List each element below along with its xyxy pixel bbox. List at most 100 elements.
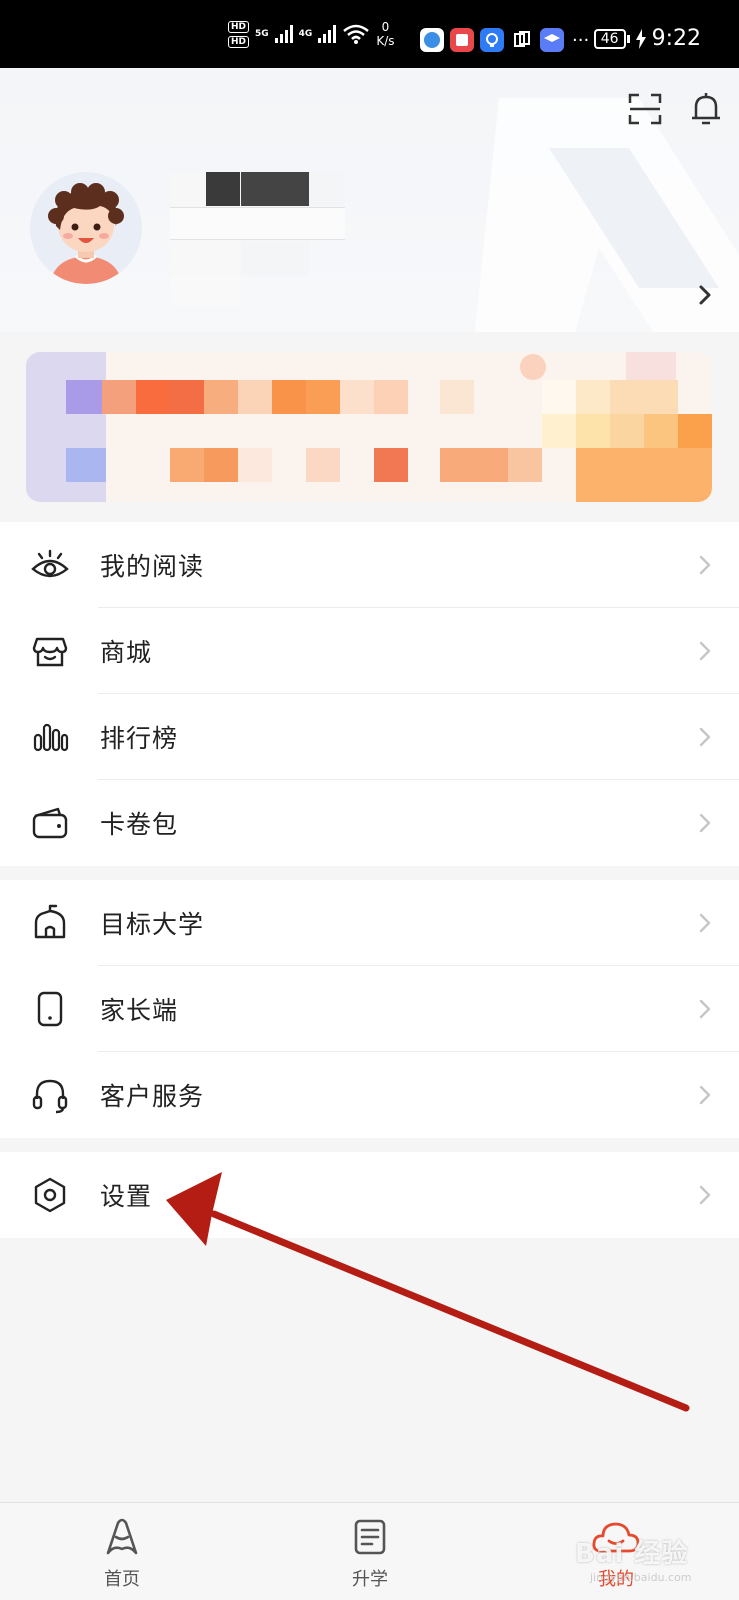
username-redacted xyxy=(170,172,380,312)
signal-area: HD HD 5G 4G 0 K/s xyxy=(228,20,395,48)
university-icon xyxy=(34,904,66,939)
speed-value: 0 xyxy=(381,20,390,34)
menu-group-settings: 设置 xyxy=(0,1152,739,1238)
banner-mosaic-tile xyxy=(136,380,170,414)
hd-badges: HD HD xyxy=(228,20,250,48)
settings-hexagon-icon xyxy=(34,1177,66,1213)
wallet-icon xyxy=(32,807,68,839)
banner-mosaic-tile xyxy=(102,380,136,414)
menu-label: 家长端 xyxy=(100,996,179,1025)
banner-mosaic-tile xyxy=(238,380,272,414)
battery-level: 46 xyxy=(593,28,626,49)
menu-group-main: 我的阅读 商城 排行榜 卡卷包 xyxy=(0,522,739,866)
bell-icon[interactable] xyxy=(688,90,724,128)
banner-mosaic-tile xyxy=(678,414,712,448)
speed-unit: K/s xyxy=(376,34,395,48)
menu-item-target-university[interactable]: 目标大学 xyxy=(0,880,739,966)
menu-label: 卡卷包 xyxy=(100,810,179,839)
network-5g-label: 5G xyxy=(255,29,269,39)
banner-mosaic-tile xyxy=(66,448,106,482)
chevron-right-icon xyxy=(699,555,711,575)
banner-mosaic-tile xyxy=(610,380,678,414)
wifi-icon xyxy=(343,24,370,44)
banner-mosaic-tile xyxy=(520,354,546,380)
banner-mosaic-tile xyxy=(306,448,340,482)
chevron-right-icon xyxy=(699,813,711,833)
hd-badge-2: HD xyxy=(228,35,250,48)
banner-mosaic-tile xyxy=(644,414,678,448)
document-icon xyxy=(354,1519,386,1555)
banner-mosaic-tile xyxy=(542,380,576,414)
banner-mosaic-tile xyxy=(626,352,676,380)
nav-label: 我的 xyxy=(598,1569,634,1590)
app-notification-icon-3 xyxy=(480,28,504,52)
banner-mosaic-tile xyxy=(610,414,644,448)
app-notification-icon-2 xyxy=(450,28,474,52)
menu-item-coupon-wallet[interactable]: 卡卷包 xyxy=(0,780,739,866)
banner-mosaic-tile xyxy=(66,380,106,414)
menu-item-shop[interactable]: 商城 xyxy=(0,608,739,694)
signal-bars-icon-2 xyxy=(318,25,337,43)
more-notifications: ··· xyxy=(572,29,590,51)
banner-mosaic-tile xyxy=(238,448,272,482)
banner-mosaic-tile xyxy=(508,448,542,482)
promo-banner[interactable] xyxy=(26,352,712,502)
menu-label: 商城 xyxy=(100,638,153,667)
menu-label: 设置 xyxy=(100,1182,153,1211)
banner-mosaic-tile xyxy=(204,380,238,414)
profile-header xyxy=(0,68,739,332)
chevron-right-icon xyxy=(699,641,711,661)
network-4g-label: 4G xyxy=(298,29,313,39)
menu-label: 客户服务 xyxy=(100,1082,205,1111)
profile-chevron-icon[interactable] xyxy=(696,284,714,306)
scan-icon[interactable] xyxy=(628,92,662,126)
chevron-right-icon xyxy=(699,1085,711,1105)
banner-mosaic-tile xyxy=(204,448,238,482)
menu-label: 我的阅读 xyxy=(100,552,205,581)
avatar-boy-icon xyxy=(48,183,124,284)
banner-mosaic-tile xyxy=(306,380,340,414)
phone-icon xyxy=(37,991,63,1027)
nav-label: 升学 xyxy=(352,1569,388,1590)
status-bar: HD HD 5G 4G 0 K/s ··· 46 9:22 xyxy=(0,0,739,68)
banner-mosaic-tile xyxy=(340,380,374,414)
menu-item-parent-app[interactable]: 家长端 xyxy=(0,966,739,1052)
banner-mosaic-tile xyxy=(576,380,610,414)
notification-app-icons: ··· xyxy=(420,28,589,52)
menu-item-settings[interactable]: 设置 xyxy=(0,1152,739,1238)
banner-mosaic-tile xyxy=(542,414,576,448)
app-notification-icon-4 xyxy=(510,28,534,52)
nav-tab-home[interactable]: 首页 xyxy=(62,1503,182,1600)
banner-mosaic-tile xyxy=(170,380,204,414)
nav-tab-me[interactable]: 我的 xyxy=(556,1503,676,1600)
status-right: 46 9:22 xyxy=(593,26,701,51)
hd-badge-1: HD xyxy=(228,20,250,33)
chevron-right-icon xyxy=(699,913,711,933)
battery-icon: 46 xyxy=(593,28,630,49)
nav-label: 首页 xyxy=(104,1569,140,1590)
banner-mosaic-tile xyxy=(272,380,306,414)
chevron-right-icon xyxy=(699,727,711,747)
chevron-right-icon xyxy=(699,1185,711,1205)
home-a-icon xyxy=(106,1518,138,1555)
menu-group-services: 目标大学 家长端 客户服务 xyxy=(0,880,739,1138)
menu-label: 排行榜 xyxy=(100,724,179,753)
menu-item-my-reading[interactable]: 我的阅读 xyxy=(0,522,739,608)
menu-label: 目标大学 xyxy=(100,910,205,939)
app-notification-icon-5 xyxy=(540,28,564,52)
banner-mosaic-tile xyxy=(374,380,408,414)
menu-item-ranking[interactable]: 排行榜 xyxy=(0,694,739,780)
chevron-right-icon xyxy=(699,999,711,1019)
banner-mosaic-tile xyxy=(374,448,408,482)
banner-mosaic-tile xyxy=(170,448,204,482)
eye-icon xyxy=(31,549,69,578)
nav-tab-study[interactable]: 升学 xyxy=(310,1503,430,1600)
banner-mosaic-tile xyxy=(576,448,712,502)
app-notification-icon-1 xyxy=(420,28,444,52)
shop-icon xyxy=(32,637,68,667)
banner-mosaic-tile xyxy=(576,414,610,448)
charging-icon xyxy=(635,28,646,49)
avatar[interactable] xyxy=(30,172,142,284)
menu-item-customer-service[interactable]: 客户服务 xyxy=(0,1052,739,1138)
banner-mosaic-tile xyxy=(440,448,508,482)
